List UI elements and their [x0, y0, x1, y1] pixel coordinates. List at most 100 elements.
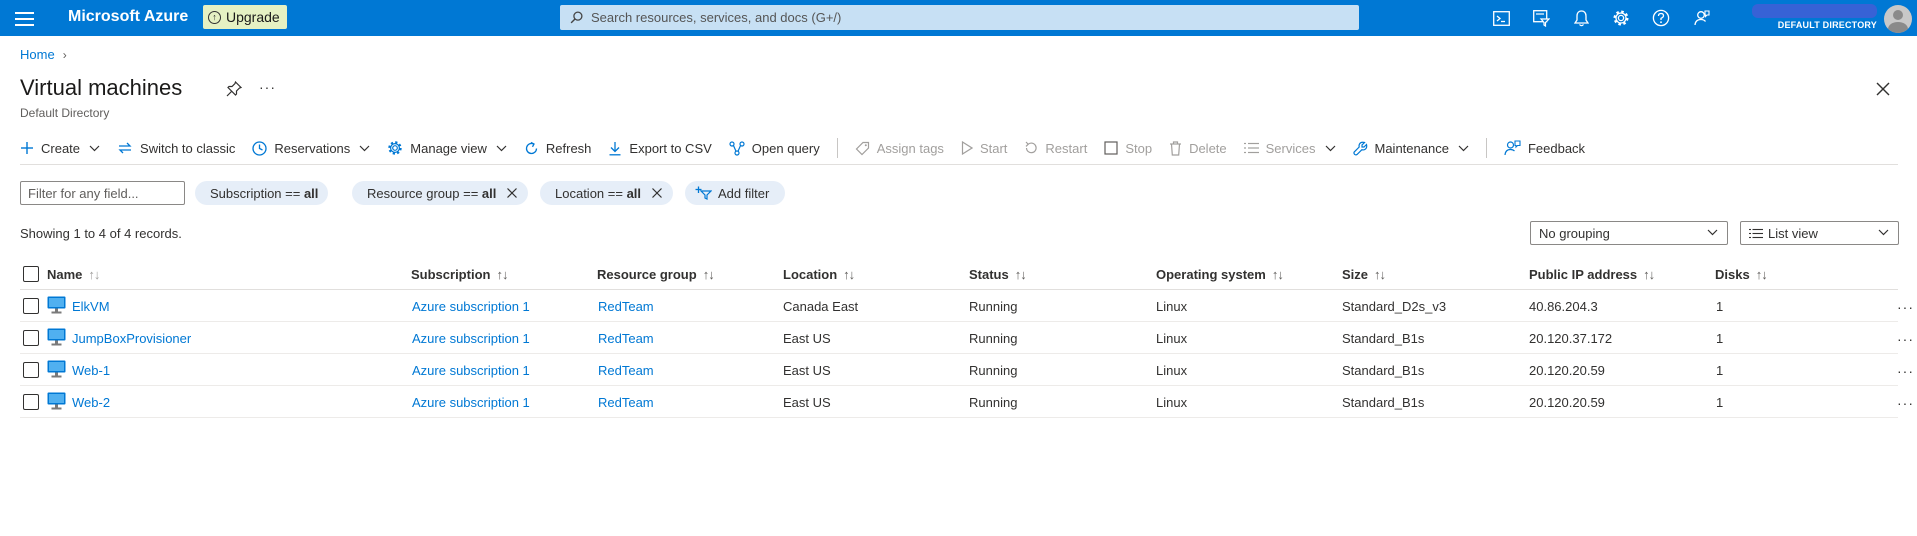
filter-pill-resource-group[interactable]: Resource group == all — [352, 181, 529, 205]
export-csv-label: Export to CSV — [629, 140, 712, 156]
view-mode-dropdown[interactable]: List view — [1740, 221, 1899, 245]
notifications-icon[interactable] — [1570, 7, 1592, 29]
open-query-button[interactable]: Open query — [729, 141, 820, 156]
global-search[interactable] — [560, 5, 1359, 30]
filter-pill-subscription[interactable]: Subscription == all — [195, 181, 329, 205]
row-more-button[interactable]: ··· — [1897, 395, 1914, 411]
column-header-subscription[interactable]: Subscription ↑↓ — [411, 258, 508, 290]
resource-group-link[interactable]: RedTeam — [598, 290, 654, 322]
row-more-button[interactable]: ··· — [1897, 331, 1914, 347]
resource-group-link[interactable]: RedTeam — [598, 386, 654, 418]
status-cell: Running — [969, 394, 1018, 410]
account-menu[interactable]: DEFAULT DIRECTORY — [1725, 3, 1915, 33]
column-header-size[interactable]: Size ↑↓ — [1342, 258, 1386, 290]
chevron-down-icon — [89, 145, 100, 151]
cloud-shell-icon[interactable] — [1490, 7, 1512, 29]
feedback-person-icon — [1504, 140, 1521, 156]
table-row[interactable]: Web-2 Azure subscription 1 RedTeam East … — [20, 386, 1913, 418]
breadcrumb-home[interactable]: Home — [20, 47, 55, 62]
disks-cell: 1 — [1716, 330, 1724, 346]
resource-group-link[interactable]: RedTeam — [598, 354, 654, 386]
filter-location-label: Location == all — [555, 185, 642, 201]
create-button[interactable]: Create — [20, 141, 100, 156]
table-row[interactable]: ElkVM Azure subscription 1 RedTeam Canad… — [20, 290, 1913, 322]
directory-filter-icon[interactable] — [1530, 7, 1552, 29]
column-header-disks[interactable]: Disks ↑↓ — [1715, 258, 1768, 290]
subscription-link[interactable]: Azure subscription 1 — [412, 322, 530, 354]
vm-name-link[interactable]: Web-1 — [72, 354, 110, 386]
grouping-dropdown[interactable]: No grouping — [1530, 221, 1728, 245]
feedback-icon[interactable] — [1690, 7, 1712, 29]
gear-icon — [388, 141, 402, 155]
vm-name-link[interactable]: JumpBoxProvisioner — [72, 322, 191, 354]
delete-button[interactable]: Delete — [1169, 141, 1227, 156]
close-icon[interactable] — [1874, 80, 1892, 98]
subscription-link[interactable]: Azure subscription 1 — [412, 386, 530, 418]
refresh-button[interactable]: Refresh — [524, 141, 591, 156]
row-more-button[interactable]: ··· — [1897, 299, 1914, 315]
more-options-button[interactable]: ··· — [259, 79, 276, 95]
services-button[interactable]: Services — [1243, 141, 1336, 156]
search-input[interactable] — [591, 10, 1331, 25]
delete-label: Delete — [1189, 140, 1227, 156]
filter-pill-location[interactable]: Location == all — [540, 181, 674, 205]
feedback-button[interactable]: Feedback — [1504, 140, 1585, 156]
row-more-button[interactable]: ··· — [1897, 363, 1914, 379]
toolbar-divider — [1485, 138, 1487, 158]
subscription-link[interactable]: Azure subscription 1 — [412, 354, 530, 386]
manage-view-button[interactable]: Manage view — [387, 140, 507, 156]
column-header-operating-system[interactable]: Operating system ↑↓ — [1156, 258, 1284, 290]
table-row[interactable]: JumpBoxProvisioner Azure subscription 1 … — [20, 322, 1913, 354]
subscription-link[interactable]: Azure subscription 1 — [412, 290, 530, 322]
restart-button[interactable]: Restart — [1024, 141, 1087, 156]
export-csv-button[interactable]: Export to CSV — [608, 140, 712, 156]
menu-icon[interactable] — [15, 9, 34, 27]
filter-resource-group-label: Resource group == all — [367, 185, 497, 201]
vm-name-link[interactable]: ElkVM — [72, 290, 110, 322]
row-checkbox[interactable] — [23, 330, 39, 346]
start-button[interactable]: Start — [961, 141, 1007, 156]
filter-input[interactable] — [20, 181, 185, 205]
column-header-name[interactable]: Name ↑↓ — [47, 258, 100, 290]
location-cell: East US — [783, 362, 831, 378]
row-checkbox[interactable] — [23, 394, 39, 410]
restart-label: Restart — [1045, 140, 1088, 156]
add-filter-button[interactable]: Add filter — [685, 181, 786, 205]
assign-tags-button[interactable]: Assign tags — [855, 141, 944, 156]
vm-name-link[interactable]: Web-2 — [72, 386, 110, 418]
top-bar: Microsoft Azure ↑ Upgrade DEFAULT DIRECT… — [0, 0, 1917, 36]
switch-to-classic-button[interactable]: Switch to classic — [117, 141, 235, 156]
column-header-status[interactable]: Status ↑↓ — [969, 258, 1027, 290]
stop-button[interactable]: Stop — [1104, 141, 1152, 156]
wrench-icon — [1352, 141, 1367, 155]
settings-icon[interactable] — [1610, 7, 1632, 29]
maintenance-label: Maintenance — [1374, 140, 1449, 156]
brand-title[interactable]: Microsoft Azure — [68, 8, 188, 26]
column-header-resource-group[interactable]: Resource group ↑↓ — [597, 258, 715, 290]
select-all-checkbox[interactable] — [23, 266, 39, 282]
close-icon[interactable] — [506, 187, 518, 199]
clock-icon — [252, 140, 268, 156]
help-icon[interactable] — [1650, 7, 1672, 29]
toolbar-divider-line — [20, 164, 1898, 165]
upgrade-button[interactable]: ↑ Upgrade — [203, 5, 287, 29]
reservations-button[interactable]: Reservations — [252, 141, 370, 156]
maintenance-button[interactable]: Maintenance — [1352, 140, 1469, 156]
table-row[interactable]: Web-1 Azure subscription 1 RedTeam East … — [20, 354, 1913, 386]
arrow-up-icon: ↑ — [208, 10, 221, 24]
toolbar-divider — [836, 138, 838, 158]
size-cell: Standard_D2s_v3 — [1342, 298, 1447, 314]
chevron-down-icon — [359, 145, 370, 151]
download-icon — [609, 141, 621, 155]
virtual-machine-icon — [47, 296, 66, 314]
resource-group-link[interactable]: RedTeam — [598, 322, 654, 354]
upgrade-label: Upgrade — [226, 9, 280, 25]
column-header-public-ip[interactable]: Public IP address ↑↓ — [1529, 258, 1655, 290]
list-icon — [1243, 142, 1259, 154]
os-cell: Linux — [1156, 330, 1188, 346]
row-checkbox[interactable] — [23, 298, 39, 314]
close-icon[interactable] — [651, 187, 663, 199]
pin-icon[interactable] — [225, 80, 243, 98]
row-checkbox[interactable] — [23, 362, 39, 378]
column-header-location[interactable]: Location ↑↓ — [783, 258, 855, 290]
